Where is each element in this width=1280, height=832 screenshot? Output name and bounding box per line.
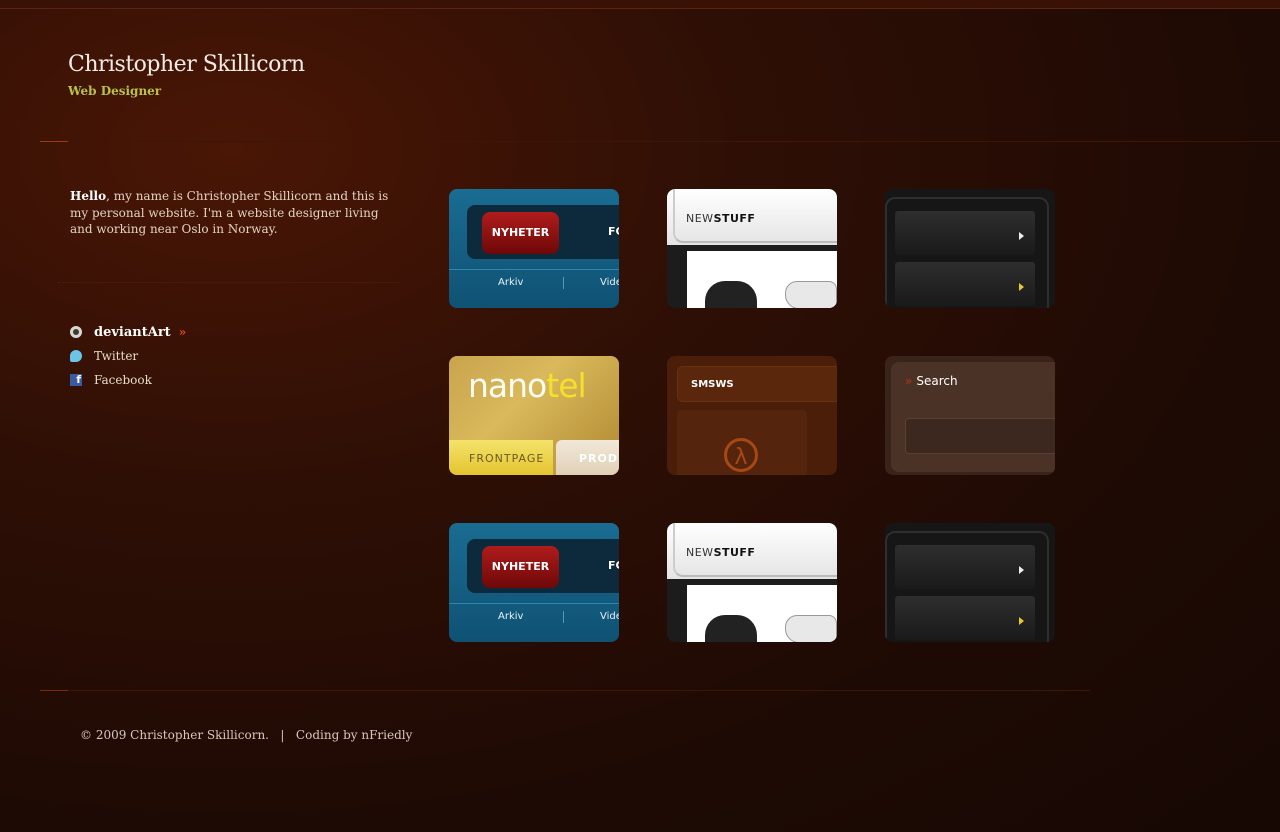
portfolio-thumb-dark-menu[interactable] <box>885 523 1055 642</box>
lambda-icon: λ <box>724 438 758 472</box>
arrow-right-icon <box>1019 232 1024 240</box>
site-subtitle: Web Designer <box>68 84 162 98</box>
arrow-right-icon <box>1019 566 1024 574</box>
thumb-button-label: NYHETER <box>482 546 559 588</box>
facebook-icon: f <box>70 374 82 386</box>
portfolio-thumb-nyheter[interactable]: NYHETER FC Arkiv Vide <box>449 189 619 308</box>
thumb-search-label: » Search <box>905 374 958 388</box>
thumb-next-label: FC <box>608 225 619 238</box>
link-twitter[interactable]: Twitter <box>70 344 186 368</box>
portfolio-thumb-newstuff[interactable]: NEWSTUFF <box>667 189 837 308</box>
active-marker: » <box>178 325 187 339</box>
link-facebook[interactable]: f Facebook <box>70 368 186 392</box>
jacket-image <box>705 615 757 642</box>
intro-text: , my name is Christopher Skillicorn and … <box>70 189 389 236</box>
link-twitter-label[interactable]: Twitter <box>94 349 138 363</box>
thumb-logo: NEWSTUFF <box>686 546 756 559</box>
link-deviantart-label[interactable]: deviantArt <box>94 325 171 340</box>
thumb-logo: NEWSTUFF <box>686 212 756 225</box>
sidebar-divider <box>58 282 400 283</box>
thumb-search-field <box>905 418 1055 454</box>
thumb-sub-label: Arkiv <box>498 277 524 288</box>
thumb-sub-label: Vide <box>600 277 619 288</box>
header-divider <box>40 141 1280 142</box>
portfolio-thumb-nyheter[interactable]: NYHETER FC Arkiv Vide <box>449 523 619 642</box>
arrow-right-icon <box>1019 283 1024 291</box>
twitter-icon <box>70 350 82 362</box>
arrow-right-icon <box>1019 617 1024 625</box>
link-deviantart[interactable]: deviantArt » <box>70 320 186 344</box>
link-facebook-label[interactable]: Facebook <box>94 373 152 387</box>
social-links: deviantArt » Twitter f Facebook <box>70 320 186 392</box>
jacket-image <box>705 281 757 308</box>
shoe-image <box>785 281 837 308</box>
portfolio-thumb-dark-menu[interactable] <box>885 189 1055 308</box>
site-title[interactable]: Christopher Skillicorn <box>68 52 305 77</box>
thumb-logo: SMSWS <box>691 379 734 390</box>
footer-divider <box>40 690 1090 691</box>
footer-text: © 2009 Christopher Skillicorn. | Coding … <box>80 728 413 742</box>
thumb-next-label: FC <box>608 559 619 572</box>
deviantart-icon <box>70 326 82 338</box>
thumb-tab-label: PRODUC <box>579 452 619 465</box>
thumb-button-label: NYHETER <box>482 212 559 254</box>
thumb-tab-label: FRONTPAGE <box>469 452 545 465</box>
portfolio-thumb-newstuff[interactable]: NEWSTUFF <box>667 523 837 642</box>
intro-greeting: Hello <box>70 189 107 203</box>
nanotel-logo: nanotel <box>468 366 587 405</box>
shoe-image <box>785 615 837 642</box>
portfolio-thumb-search[interactable]: » Search <box>885 356 1055 475</box>
thumb-sub-label: Vide <box>600 611 619 622</box>
portfolio-thumb-smsws[interactable]: SMSWS λ <box>667 356 837 475</box>
portfolio-thumb-nanotel[interactable]: nanotel FRONTPAGE PRODUC <box>449 356 619 475</box>
top-bar <box>0 0 1280 9</box>
intro-paragraph: Hello, my name is Christopher Skillicorn… <box>70 188 390 238</box>
thumb-sub-label: Arkiv <box>498 611 524 622</box>
